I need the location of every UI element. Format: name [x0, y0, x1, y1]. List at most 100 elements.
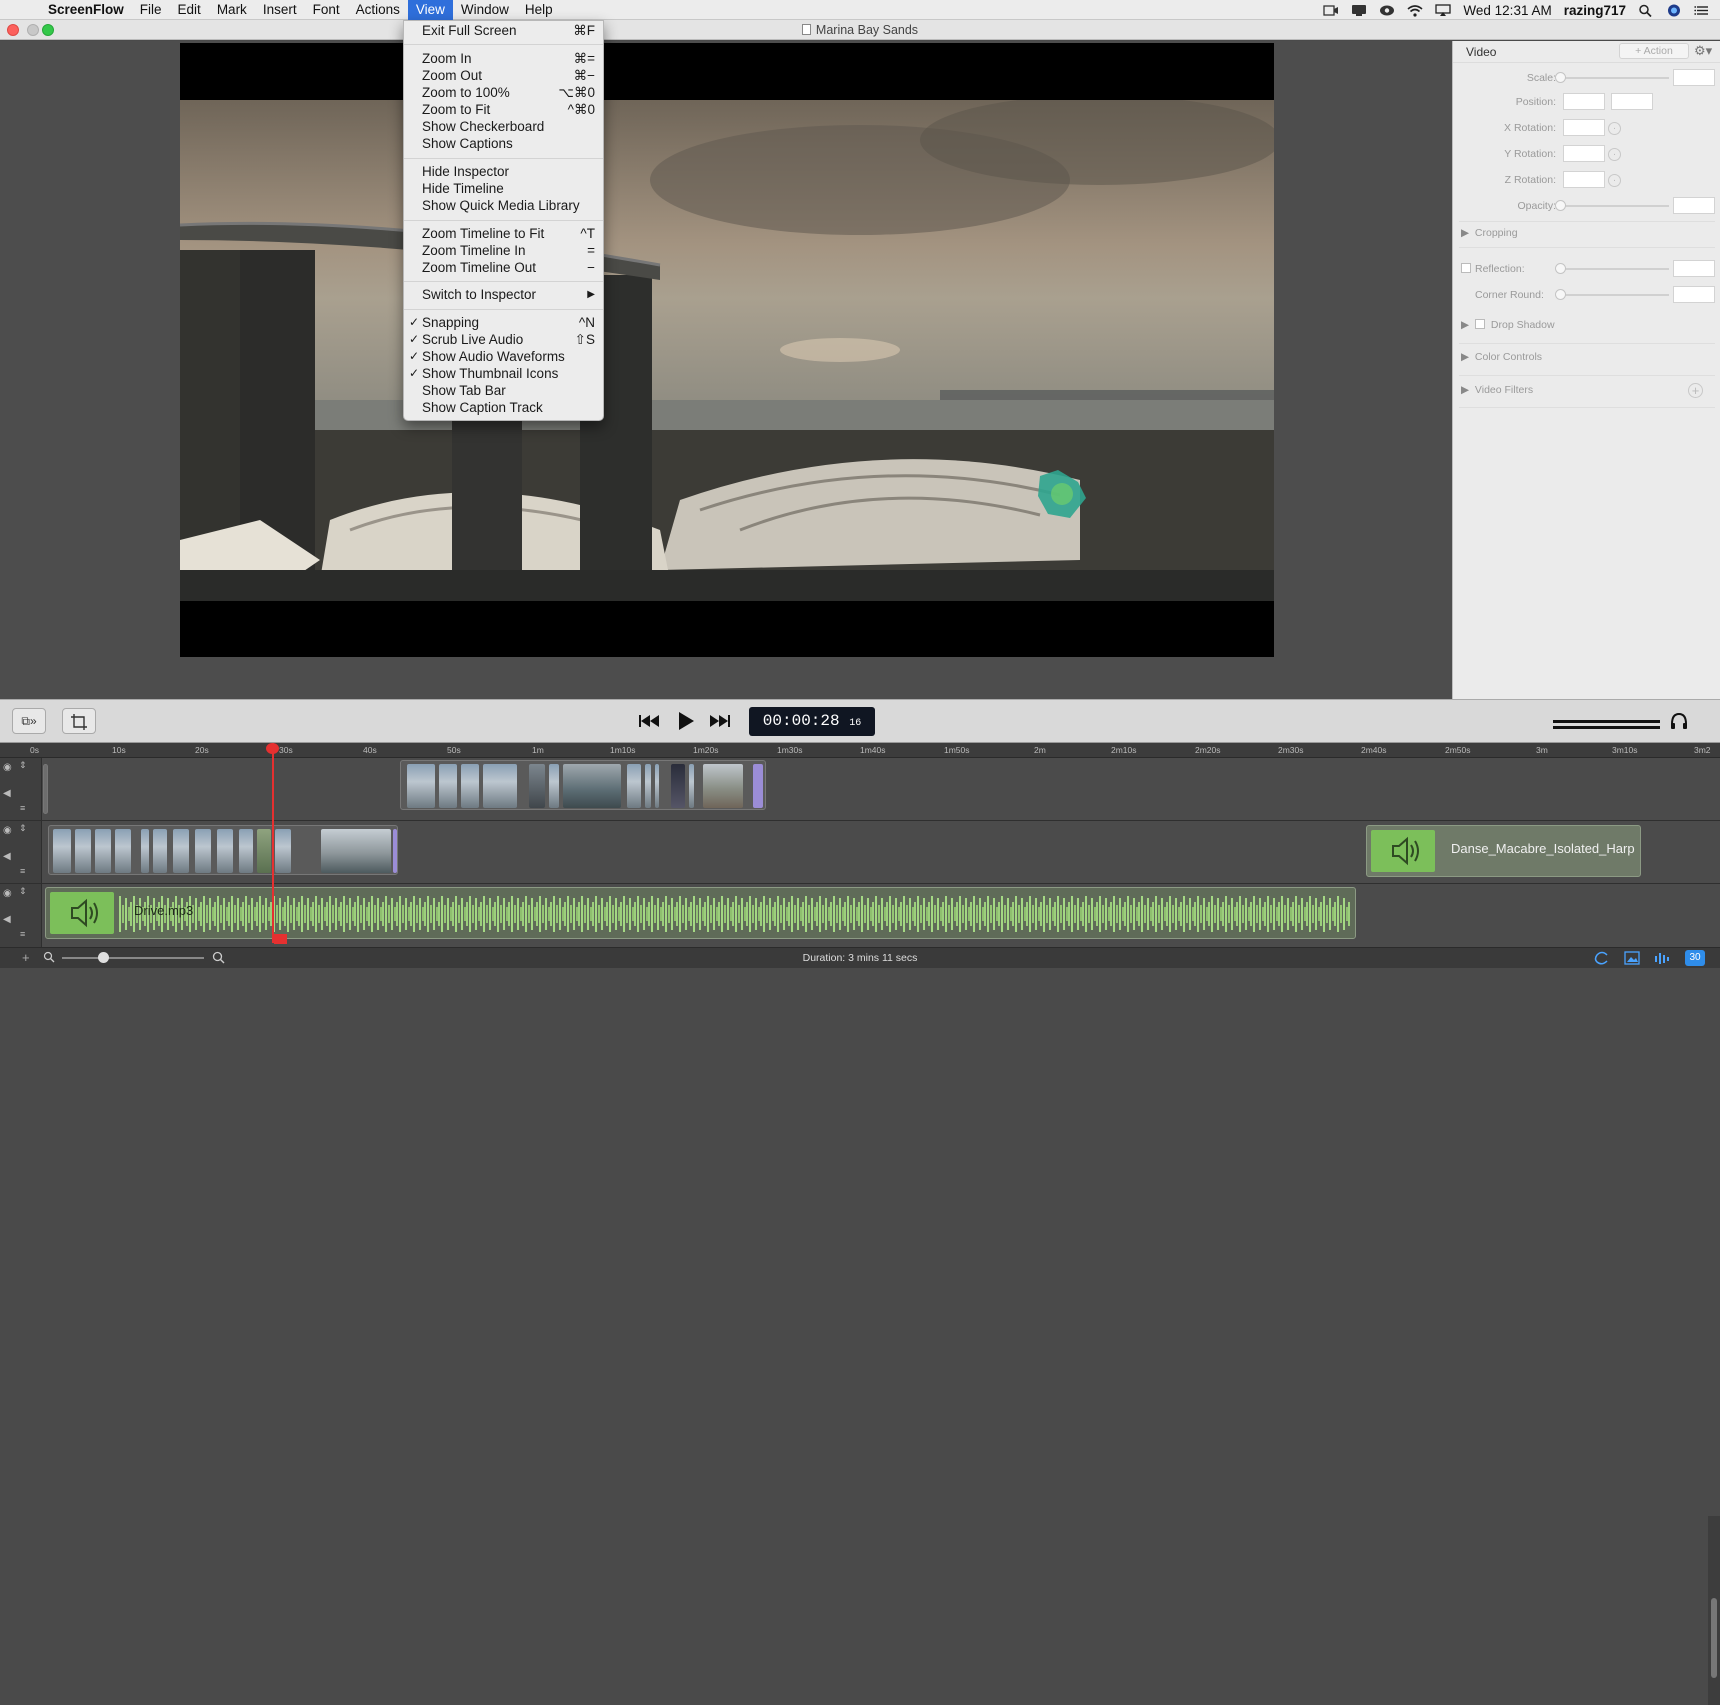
y-rotation-field[interactable]: [1563, 145, 1605, 162]
playhead-handle[interactable]: [266, 743, 279, 754]
audio-levels-icon[interactable]: [1654, 951, 1670, 968]
x-rotation-field[interactable]: [1563, 119, 1605, 136]
play-button[interactable]: [676, 710, 696, 732]
menu-item-zoom-in[interactable]: Zoom In ⌘=: [404, 51, 603, 68]
corner-round-field[interactable]: [1673, 286, 1715, 303]
loop-icon[interactable]: [1594, 951, 1610, 968]
wifi-icon[interactable]: [1407, 4, 1423, 17]
menu-item-hide-timeline[interactable]: Hide Timeline: [404, 181, 603, 198]
siri-icon[interactable]: [1666, 4, 1682, 17]
disclosure-triangle-icon[interactable]: ▶: [1461, 319, 1469, 331]
opacity-field[interactable]: [1673, 197, 1715, 214]
playhead[interactable]: [272, 743, 274, 943]
menu-item-show-audio-waveforms[interactable]: ✓ Show Audio Waveforms: [404, 349, 603, 366]
reflection-slider-knob[interactable]: [1555, 263, 1566, 274]
track-audio-speaker-icon[interactable]: ◀: [3, 851, 11, 862]
menu-item-zoom-100[interactable]: Zoom to 100% ⌥⌘0: [404, 85, 603, 102]
menu-edit[interactable]: Edit: [170, 0, 209, 20]
track-reorder-icon[interactable]: ⇕: [19, 760, 27, 771]
track-menu-icon[interactable]: ≡: [20, 866, 25, 876]
opacity-slider-knob[interactable]: [1555, 200, 1566, 211]
menu-item-zoom-timeline-in[interactable]: Zoom Timeline In =: [404, 243, 603, 260]
color-controls-section[interactable]: ▶ Color Controls: [1461, 351, 1542, 363]
add-action-button[interactable]: + Action: [1619, 43, 1689, 59]
z-rotation-dial-icon[interactable]: ·: [1608, 174, 1621, 187]
menu-item-zoom-timeline-to-fit[interactable]: Zoom Timeline to Fit ^T: [404, 226, 603, 243]
track-menu-icon[interactable]: ≡: [20, 929, 25, 939]
timeline-tracks[interactable]: ◉ ⇕ ◀ ≡ ◉ ⇕ ◀ ≡ ◉ ⇕ ◀ ≡ Danse_Macabre_Is…: [0, 758, 1720, 1705]
crop-tool-button[interactable]: [62, 708, 96, 734]
reflection-slider-track[interactable]: [1559, 268, 1669, 270]
scale-slider-knob[interactable]: [1555, 72, 1566, 83]
video-filters-section[interactable]: ▶ Video Filters: [1461, 384, 1533, 396]
menu-item-show-caption-track[interactable]: Show Caption Track: [404, 400, 603, 417]
menu-item-snapping[interactable]: ✓ Snapping ^N: [404, 315, 603, 332]
scrollbar-thumb[interactable]: [1711, 1598, 1717, 1678]
menu-actions[interactable]: Actions: [348, 0, 408, 20]
notification-center-icon[interactable]: [1694, 4, 1710, 17]
disclosure-triangle-icon[interactable]: ▶: [1461, 351, 1469, 363]
drop-shadow-section[interactable]: ▶ Drop Shadow: [1461, 319, 1555, 331]
menu-item-show-quick-media-library[interactable]: Show Quick Media Library: [404, 198, 603, 215]
menu-clock[interactable]: Wed 12:31 AM: [1463, 3, 1551, 18]
drop-shadow-checkbox[interactable]: [1475, 319, 1485, 329]
menu-item-show-checkerboard[interactable]: Show Checkerboard: [404, 119, 603, 136]
video-preview-image[interactable]: [180, 100, 1274, 601]
track-audio-speaker-icon[interactable]: ◀: [3, 788, 11, 799]
menu-item-switch-to-inspector[interactable]: Switch to Inspector ▶: [404, 287, 603, 304]
video-clip-group[interactable]: [400, 760, 766, 810]
spotlight-search-icon[interactable]: [1638, 4, 1654, 17]
menu-help[interactable]: Help: [517, 0, 561, 20]
airplay-icon[interactable]: [1435, 3, 1452, 17]
disclosure-triangle-icon[interactable]: ▶: [1461, 227, 1469, 239]
reflection-checkbox[interactable]: [1461, 263, 1471, 273]
menu-font[interactable]: Font: [305, 0, 348, 20]
menu-item-zoom-out[interactable]: Zoom Out ⌘−: [404, 68, 603, 85]
position-y-field[interactable]: [1611, 93, 1653, 110]
menu-app-name[interactable]: ScreenFlow: [40, 0, 132, 20]
menu-view[interactable]: View: [407, 0, 453, 20]
track-visibility-eye-icon[interactable]: ◉: [3, 888, 12, 899]
volume-meter[interactable]: [1553, 717, 1660, 729]
menu-item-scrub-live-audio[interactable]: ✓ Scrub Live Audio ⇧S: [404, 332, 603, 349]
video-preview-frame[interactable]: [180, 43, 1274, 657]
reflection-field[interactable]: [1673, 260, 1715, 277]
track-visibility-eye-icon[interactable]: ◉: [3, 825, 12, 836]
menu-user[interactable]: razing717: [1564, 3, 1626, 18]
screenflow-status-icon[interactable]: [1351, 4, 1367, 17]
eye-status-icon[interactable]: [1379, 4, 1395, 17]
menu-window[interactable]: Window: [453, 0, 517, 20]
menu-item-show-tab-bar[interactable]: Show Tab Bar: [404, 383, 603, 400]
video-clip-group[interactable]: [48, 825, 398, 875]
media-icon[interactable]: [1624, 951, 1640, 968]
corner-round-slider-track[interactable]: [1559, 294, 1669, 296]
audio-clip-danse-macabre[interactable]: Danse_Macabre_Isolated_Harp: [1366, 825, 1641, 877]
timeline-ruler[interactable]: 0s 10s 20s 30s 40s 50s 1m 1m10s 1m20s 1m…: [0, 743, 1720, 758]
menu-item-exit-full-screen[interactable]: Exit Full Screen ⌘F: [404, 23, 603, 40]
menu-mark[interactable]: Mark: [209, 0, 255, 20]
track-reorder-icon[interactable]: ⇕: [19, 886, 27, 897]
skip-forward-button[interactable]: [709, 712, 731, 730]
camera-status-icon[interactable]: [1323, 4, 1339, 17]
y-rotation-dial-icon[interactable]: ·: [1608, 148, 1621, 161]
track-menu-icon[interactable]: ≡: [20, 803, 25, 813]
add-video-filter-icon[interactable]: +: [1688, 383, 1703, 398]
opacity-slider-track[interactable]: [1559, 205, 1669, 207]
menu-item-show-thumbnail-icons[interactable]: ✓ Show Thumbnail Icons: [404, 366, 603, 383]
transition-marker[interactable]: [753, 764, 763, 808]
menu-item-hide-inspector[interactable]: Hide Inspector: [404, 164, 603, 181]
track-visibility-eye-icon[interactable]: ◉: [3, 762, 12, 773]
track-audio-speaker-icon[interactable]: ◀: [3, 914, 11, 925]
cropping-section[interactable]: ▶ Cropping: [1461, 227, 1518, 239]
frame-rate-badge[interactable]: 30: [1685, 950, 1705, 966]
position-x-field[interactable]: [1563, 93, 1605, 110]
playhead-bottom-marker[interactable]: [274, 934, 287, 944]
audio-clip-drive[interactable]: Drive.mp3: [45, 887, 1356, 939]
corner-round-slider-knob[interactable]: [1555, 289, 1566, 300]
menu-item-zoom-to-fit[interactable]: Zoom to Fit ^⌘0: [404, 102, 603, 119]
menu-insert[interactable]: Insert: [255, 0, 305, 20]
canvas-area[interactable]: [0, 41, 1452, 699]
scale-slider-track[interactable]: [1559, 77, 1669, 79]
layout-toggle-button[interactable]: ⧉»: [12, 708, 46, 734]
menu-item-show-captions[interactable]: Show Captions: [404, 136, 603, 153]
